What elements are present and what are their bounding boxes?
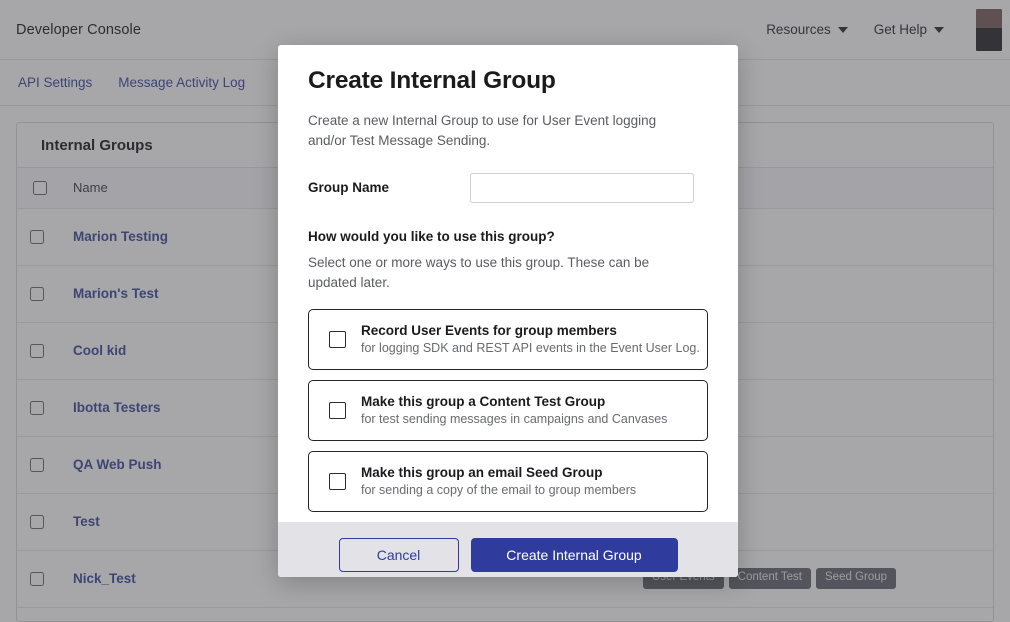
- modal-footer: Cancel Create Internal Group: [278, 522, 738, 577]
- option-title: Make this group an email Seed Group: [361, 465, 603, 481]
- modal-body: Create Internal Group Create a new Inter…: [278, 45, 738, 522]
- option-checkbox[interactable]: [329, 472, 346, 490]
- option-description: for logging SDK and REST API events in t…: [361, 341, 700, 356]
- cancel-button[interactable]: Cancel: [338, 537, 459, 572]
- option-checkbox[interactable]: [329, 401, 346, 419]
- app-root: Developer Console Resources Get Help API…: [0, 0, 1010, 622]
- usage-help-text: Select one or more ways to use this grou…: [308, 254, 650, 290]
- option-text: Make this group an email Seed Group for …: [361, 465, 636, 497]
- option-content-test-group[interactable]: Make this group a Content Test Group for…: [308, 380, 708, 442]
- modal-title: Create Internal Group: [308, 67, 556, 94]
- option-text: Make this group a Content Test Group for…: [361, 394, 667, 426]
- group-name-input[interactable]: [470, 172, 694, 203]
- group-name-label: Group Name: [308, 180, 390, 196]
- option-title: Make this group a Content Test Group: [361, 394, 606, 410]
- option-checkbox[interactable]: [329, 330, 346, 348]
- modal-subtitle: Create a new Internal Group to use for U…: [308, 113, 657, 148]
- usage-question-heading: How would you like to use this group?: [308, 228, 555, 244]
- option-description: for test sending messages in campaigns a…: [361, 412, 668, 427]
- option-description: for sending a copy of the email to group…: [361, 483, 637, 498]
- option-title: Record User Events for group members: [361, 323, 617, 339]
- create-internal-group-modal: Create Internal Group Create a new Inter…: [278, 45, 738, 577]
- option-email-seed-group[interactable]: Make this group an email Seed Group for …: [308, 451, 708, 513]
- option-text: Record User Events for group members for…: [361, 323, 700, 356]
- option-record-user-events[interactable]: Record User Events for group members for…: [308, 309, 708, 371]
- group-name-field-row: Group Name: [308, 172, 708, 203]
- create-internal-group-button[interactable]: Create Internal Group: [470, 537, 678, 572]
